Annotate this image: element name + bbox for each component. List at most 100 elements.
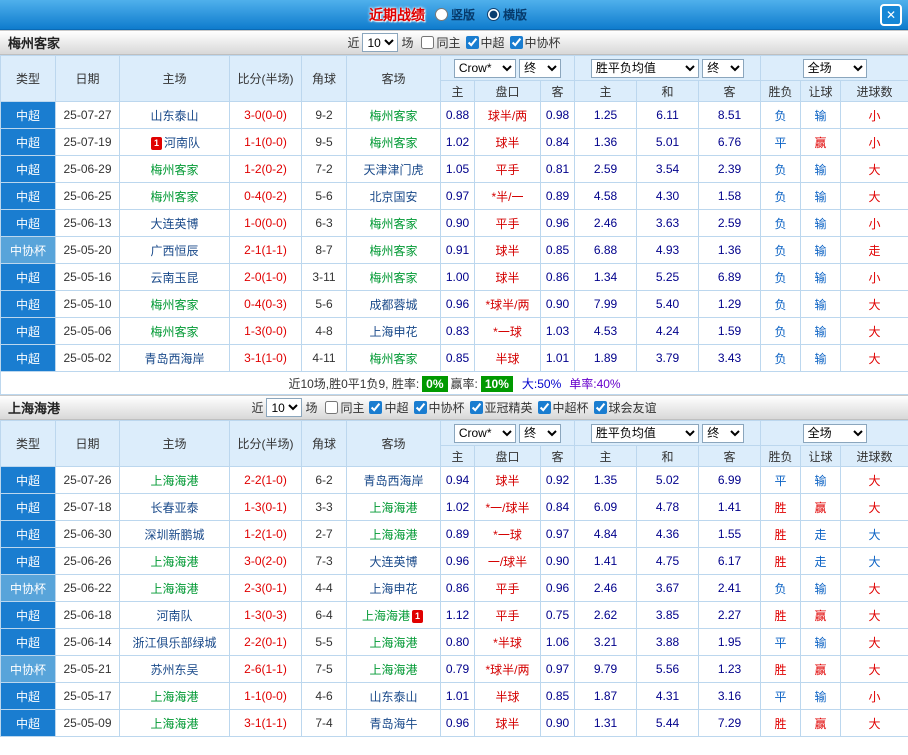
filter-checkbox[interactable] [413, 400, 427, 414]
close-icon[interactable]: ✕ [880, 4, 902, 26]
match-count-select[interactable]: 10 [266, 398, 303, 417]
match-score: 2-0(1-0) [229, 263, 302, 291]
home-team-link[interactable]: 河南队 [119, 601, 230, 629]
section-header-meizhou: 梅州客家 近 10 场 同主 中超 中协杯 [0, 30, 908, 55]
filter-checkbox[interactable] [325, 400, 339, 414]
filter-option[interactable]: 亚冠精英 [469, 399, 533, 416]
filter-checkbox[interactable] [369, 400, 383, 414]
home-team-link[interactable]: 苏州东吴 [119, 655, 230, 683]
away-team-link[interactable]: 上海海港 [346, 655, 441, 683]
away-team-link[interactable]: 梅州客家 [346, 263, 441, 291]
filter-checkbox[interactable] [465, 35, 479, 49]
away-team-link[interactable]: 上海海港 [346, 493, 441, 521]
home-team-link[interactable]: 青岛西海岸 [119, 344, 230, 372]
match-date: 25-06-22 [55, 574, 120, 602]
col-goals: 进球数 [840, 80, 908, 102]
home-team-link[interactable]: 上海海港 [119, 466, 230, 494]
asian-away-odds: 0.98 [539, 101, 576, 129]
avg-home-odds: 1.89 [574, 344, 638, 372]
away-team-link[interactable]: 梅州客家 [346, 344, 441, 372]
asian-away-odds: 0.92 [539, 466, 576, 494]
home-team-link[interactable]: 山东泰山 [119, 101, 230, 129]
away-team-link[interactable]: 北京国安 [346, 182, 441, 210]
away-team-link[interactable]: 山东泰山 [346, 682, 441, 710]
handicap-result: 赢 [800, 601, 842, 629]
filter-checkbox[interactable] [421, 35, 435, 49]
match-score: 1-3(0-0) [229, 317, 302, 345]
filter-option[interactable]: 中超 [465, 34, 505, 51]
away-team-link[interactable]: 上海申花 [346, 317, 441, 345]
home-team-link[interactable]: 梅州客家 [119, 290, 230, 318]
away-team-link[interactable]: 上海海港 [346, 520, 441, 548]
match-date: 25-05-20 [55, 236, 120, 264]
match-row: 中超 25-05-06 梅州客家 1-3(0-0) 4-8 上海申花 0.83 *一球 1.03… [0, 317, 908, 345]
matches-table-meizhou: 类型 日期 主场 比分(半场) 角球 客场 Crow* 终 胜平负均值 终 全场… [0, 55, 908, 395]
avg-odds-select[interactable]: 胜平负均值 [590, 423, 699, 443]
asian-final-select[interactable]: 终 [519, 423, 562, 443]
away-team-link[interactable]: 梅州客家 [346, 236, 441, 264]
avg-home-odds: 6.09 [574, 493, 638, 521]
filter-option[interactable]: 中协杯 [413, 399, 465, 416]
home-team-link[interactable]: 梅州客家 [119, 155, 230, 183]
filter-option[interactable]: 中协杯 [509, 34, 561, 51]
avg-home-odds: 7.99 [574, 290, 638, 318]
home-team-link[interactable]: 深圳新鹏城 [119, 520, 230, 548]
filter-checkbox[interactable] [593, 400, 607, 414]
home-team-link[interactable]: 云南玉昆 [119, 263, 230, 291]
vertical-radio[interactable] [434, 8, 448, 21]
away-team-link[interactable]: 上海申花 [346, 574, 441, 602]
avg-odds-select[interactable]: 胜平负均值 [590, 58, 699, 78]
home-team-link[interactable]: 上海海港 [119, 574, 230, 602]
col-home: 主场 [119, 420, 230, 467]
away-team-link[interactable]: 青岛海牛 [346, 709, 441, 737]
home-team-link[interactable]: 梅州客家 [119, 317, 230, 345]
odds-company-select[interactable]: Crow* [453, 58, 516, 78]
away-team-link[interactable]: 上海海港 1 [346, 601, 441, 629]
asian-final-select[interactable]: 终 [519, 58, 562, 78]
filter-label: 同主 [340, 400, 365, 415]
home-team-link[interactable]: 广西恒辰 [119, 236, 230, 264]
away-team-link[interactable]: 梅州客家 [346, 209, 441, 237]
filter-option[interactable]: 同主 [421, 34, 461, 51]
asian-away-odds: 0.96 [539, 574, 576, 602]
scope-select[interactable]: 全场 [802, 423, 867, 443]
handicap-result: 输 [800, 155, 842, 183]
filter-checkbox[interactable] [537, 400, 551, 414]
corner-count: 5-5 [301, 628, 347, 656]
away-team-link[interactable]: 青岛西海岸 [346, 466, 441, 494]
home-team-link[interactable]: 上海海港 [119, 547, 230, 575]
home-team-link[interactable]: 大连英博 [119, 209, 230, 237]
home-team-link[interactable]: 浙江俱乐部绿城 [119, 628, 230, 656]
avg-final-select[interactable]: 终 [702, 423, 745, 443]
filter-option[interactable]: 同主 [325, 399, 364, 416]
avg-draw-odds: 4.78 [636, 493, 700, 521]
home-team-link[interactable]: 1 河南队 [119, 128, 230, 156]
layout-radio-horizontal[interactable]: 横版 [487, 6, 527, 23]
goals-result: 大 [840, 601, 908, 629]
odds-company-select[interactable]: Crow* [453, 423, 516, 443]
avg-draw-odds: 5.25 [636, 263, 700, 291]
away-team-link[interactable]: 成都蓉城 [346, 290, 441, 318]
asian-handicap: *一/球半 [474, 493, 541, 521]
home-team-link[interactable]: 上海海港 [119, 682, 230, 710]
avg-final-select[interactable]: 终 [702, 58, 745, 78]
horizontal-radio[interactable] [487, 8, 500, 21]
match-count-select[interactable]: 10 [362, 33, 399, 52]
home-team-link[interactable]: 长春亚泰 [119, 493, 230, 521]
match-row: 中超 25-05-16 云南玉昆 2-0(1-0) 3-11 梅州客家 1.00 球半 0.86… [0, 263, 908, 291]
away-team-link[interactable]: 天津津门虎 [346, 155, 441, 183]
home-team-link[interactable]: 梅州客家 [119, 182, 230, 210]
away-team-link[interactable]: 梅州客家 [346, 128, 441, 156]
scope-select[interactable]: 全场 [802, 58, 867, 78]
filter-checkbox[interactable] [509, 35, 523, 49]
away-team-link[interactable]: 大连英博 [346, 547, 441, 575]
filter-option[interactable]: 中超 [369, 399, 409, 416]
layout-radio-vertical[interactable]: 竖版 [434, 6, 475, 23]
asian-away-odds: 0.84 [539, 493, 576, 521]
filter-checkbox[interactable] [469, 400, 483, 414]
home-team-link[interactable]: 上海海港 [119, 709, 230, 737]
away-team-link[interactable]: 梅州客家 [346, 101, 441, 129]
filter-option[interactable]: 球会友谊 [593, 399, 657, 416]
away-team-link[interactable]: 上海海港 [346, 628, 441, 656]
filter-option[interactable]: 中超杯 [537, 399, 589, 416]
